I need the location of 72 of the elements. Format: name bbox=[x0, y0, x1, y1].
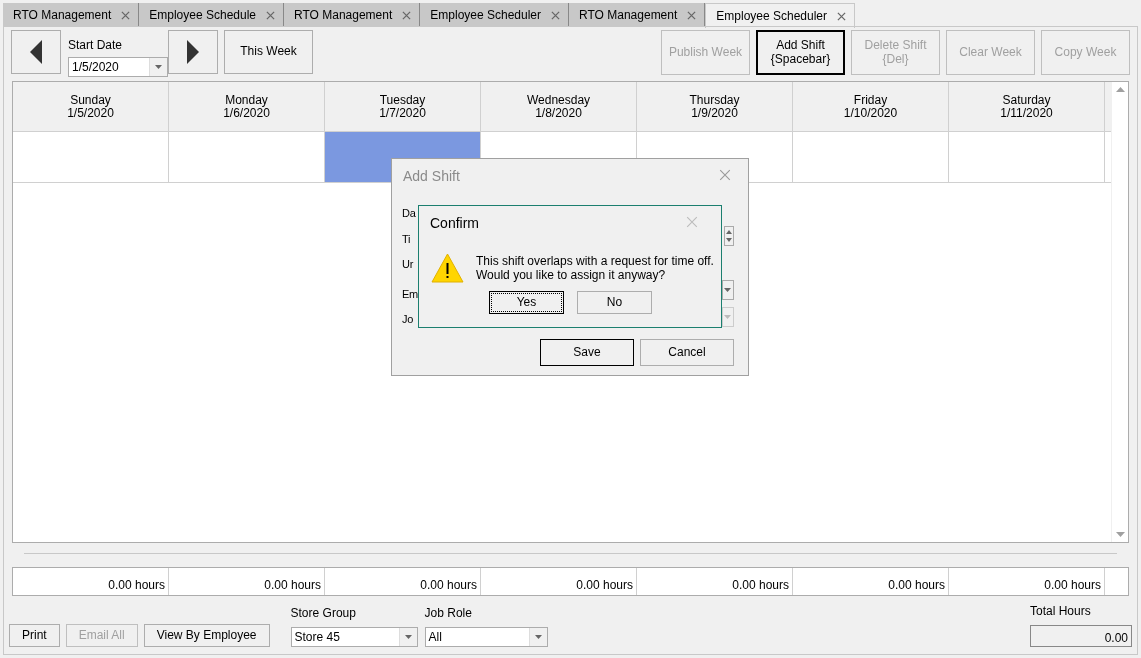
scroll-down-icon[interactable] bbox=[1115, 532, 1125, 538]
day-name: Saturday bbox=[1001, 94, 1052, 108]
field-label: Da bbox=[402, 206, 416, 221]
field-label: Em bbox=[402, 287, 418, 302]
close-icon[interactable] bbox=[121, 10, 131, 20]
tab[interactable]: Employee Scheduler bbox=[420, 3, 570, 27]
scroll-up-icon[interactable] bbox=[1115, 86, 1125, 92]
start-date-field[interactable]: 1/5/2020 bbox=[68, 57, 168, 77]
previous-week-button[interactable] bbox=[11, 30, 61, 74]
day-hours: 0.00 hours bbox=[481, 568, 637, 595]
dropdown-caret-icon[interactable] bbox=[155, 65, 162, 69]
day-hours: 0.00 hours bbox=[793, 568, 949, 595]
close-icon[interactable] bbox=[719, 169, 731, 181]
warning-icon bbox=[431, 253, 464, 283]
dialog-button[interactable]: Save bbox=[540, 339, 634, 366]
message-text: Would you like to assign it anyway? bbox=[476, 268, 667, 282]
close-icon[interactable] bbox=[402, 10, 412, 20]
job-role-dropdown[interactable]: All bbox=[424, 627, 548, 647]
field-label: Ti bbox=[402, 232, 411, 247]
dialog-button[interactable]: No bbox=[577, 291, 652, 314]
store-group-dropdown[interactable]: Store 45 bbox=[290, 627, 418, 647]
this-week-button[interactable]: This Week bbox=[224, 30, 313, 74]
bottom-button[interactable]: Print bbox=[9, 624, 60, 647]
day-date: 1/9/2020 bbox=[691, 107, 738, 121]
total-hours-label: Total Hours bbox=[1030, 603, 1092, 620]
dialog-button[interactable]: Cancel bbox=[640, 339, 734, 366]
dropdown-caret-icon[interactable] bbox=[722, 280, 734, 300]
day-date: 1/8/2020 bbox=[535, 107, 582, 121]
close-icon[interactable] bbox=[551, 10, 561, 20]
day-name: Tuesday bbox=[378, 94, 427, 108]
dialog-button[interactable]: Yes bbox=[489, 291, 564, 314]
day-name: Monday bbox=[224, 94, 269, 108]
close-icon[interactable] bbox=[266, 10, 275, 20]
day-name: Sunday bbox=[69, 94, 112, 108]
store-group-label: Store Group bbox=[290, 605, 357, 622]
day-hours: 0.00 hours bbox=[637, 568, 793, 595]
day-hours: 0.00 hours bbox=[325, 568, 481, 595]
dialog-title: Add Shift bbox=[403, 167, 460, 186]
start-date-label: Start Date bbox=[68, 37, 124, 54]
dropdown-caret-icon[interactable] bbox=[404, 635, 412, 639]
day-date: 1/7/2020 bbox=[378, 107, 427, 121]
dropdown-caret-icon[interactable] bbox=[534, 635, 542, 639]
day-date: 1/5/2020 bbox=[66, 107, 115, 121]
field-label: Jo bbox=[402, 312, 414, 327]
day-name: Wednesday bbox=[525, 94, 592, 108]
day-hours: 0.00 hours bbox=[169, 568, 325, 595]
tab[interactable]: RTO Management bbox=[569, 3, 706, 27]
day-name: Friday bbox=[852, 94, 889, 108]
right-arrow-icon bbox=[187, 40, 199, 64]
next-week-button[interactable] bbox=[168, 30, 218, 74]
day-date: 1/10/2020 bbox=[842, 107, 899, 121]
tab[interactable]: Employee Scheduler bbox=[705, 3, 856, 28]
spinner-icon[interactable] bbox=[724, 226, 734, 246]
tab[interactable]: Employee Schedule bbox=[139, 3, 284, 27]
day-hours: 0.00 hours bbox=[13, 568, 169, 595]
field-label: Ur bbox=[402, 257, 413, 272]
left-arrow-icon bbox=[30, 40, 42, 64]
total-hours-field: 0.00 bbox=[1030, 625, 1132, 647]
close-icon[interactable] bbox=[687, 10, 697, 20]
toolbar-button[interactable]: Add Shift {Spacebar} bbox=[756, 30, 845, 75]
message-text: This shift overlaps with a request for time off. bbox=[476, 254, 714, 268]
bottom-button[interactable]: View By Employee bbox=[143, 624, 270, 647]
day-hours: 0.00 hours bbox=[949, 568, 1105, 595]
day-date: 1/6/2020 bbox=[222, 107, 271, 121]
day-name: Thursday bbox=[688, 94, 741, 108]
scrollbar[interactable] bbox=[1111, 82, 1128, 542]
tab[interactable]: RTO Management bbox=[3, 3, 140, 27]
job-role-label: Job Role bbox=[424, 605, 473, 622]
day-date: 1/11/2020 bbox=[999, 107, 1054, 121]
tab[interactable]: RTO Management bbox=[284, 3, 421, 27]
close-icon[interactable] bbox=[837, 11, 847, 21]
dialog-title: Confirm bbox=[430, 214, 479, 233]
